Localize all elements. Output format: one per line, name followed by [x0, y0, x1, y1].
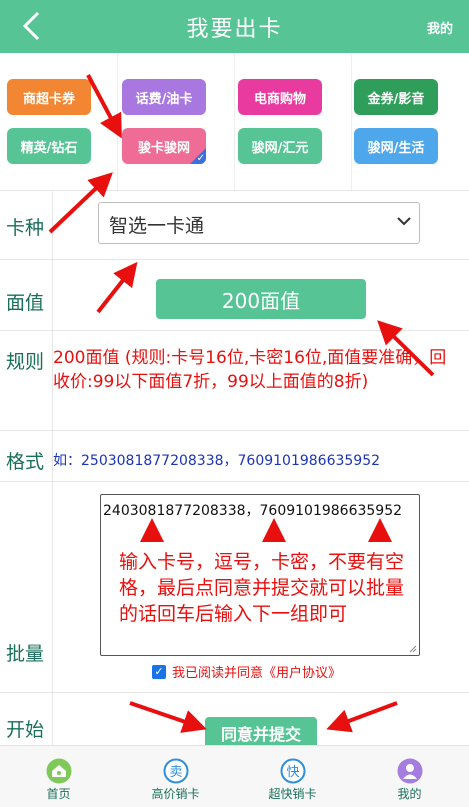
grid-divider: [234, 53, 235, 190]
tab-label: 我的: [397, 787, 422, 801]
format-example: 如：2503081877208338，7609101986635952: [53, 453, 381, 469]
card-type-select[interactable]: 智选一卡通: [98, 202, 420, 244]
tab-home[interactable]: 首页: [0, 746, 117, 807]
face-value-button[interactable]: 200面值: [156, 279, 366, 319]
fast-sell-icon: 快: [280, 758, 306, 784]
tab-label: 首页: [46, 787, 71, 801]
category-jinquan[interactable]: 金券/影音: [354, 79, 438, 115]
sell-high-icon: 卖: [163, 758, 189, 784]
page-title: 我要出卡: [186, 17, 283, 42]
agreement: ✓ 我已阅读并同意《用户协议》: [152, 662, 341, 681]
start-label: 开始: [6, 719, 45, 741]
home-icon: [46, 758, 72, 784]
category-label: 骏网/生活: [367, 140, 425, 156]
card-type-label: 卡种: [6, 217, 45, 239]
card-type-value: 智选一卡通: [109, 215, 205, 237]
category-label: 骏网/汇元: [251, 140, 309, 156]
tab-mine[interactable]: 我的: [351, 746, 468, 807]
tab-label: 超快销卡: [268, 787, 317, 801]
category-label: 商超卡券: [22, 91, 75, 107]
category-label: 骏卡骏网: [137, 140, 190, 156]
category-label: 精英/钻石: [20, 140, 78, 156]
top-bar: 我要出卡 我的: [0, 0, 469, 53]
tab-fast-sell[interactable]: 快 超快销卡: [234, 746, 351, 807]
rules-text: 200面值 (规则:卡号16位,卡密16位,面值要准确，回收价:99以下面值7折…: [53, 348, 447, 392]
tab-label: 高价销卡: [151, 787, 200, 801]
category-label: 金券/影音: [367, 91, 425, 107]
category-jingying[interactable]: 精英/钻石: [7, 128, 91, 164]
batch-label: 批量: [6, 643, 45, 665]
category-huafei[interactable]: 话费/油卡: [122, 79, 206, 115]
user-icon: [397, 758, 423, 784]
batch-input[interactable]: 2403081877208338，7609101986635952 输入卡号，逗…: [100, 494, 420, 656]
face-value-label: 面值: [6, 292, 45, 314]
agree-checkbox[interactable]: ✓: [152, 664, 166, 679]
category-junwang-huiyuan[interactable]: 骏网/汇元: [238, 128, 322, 164]
category-label: 电商购物: [253, 91, 306, 107]
rules-label: 规则: [6, 351, 45, 373]
category-junka-selected[interactable]: 骏卡骏网 ✓: [122, 128, 206, 164]
resize-grip-icon[interactable]: [409, 645, 417, 653]
batch-input-value: 2403081877208338，7609101986635952: [103, 503, 403, 519]
svg-text:卖: 卖: [169, 765, 182, 780]
batch-instruction: 输入卡号，逗号，卡密，不要有空格，最后点同意并提交就可以批量的话回车后输入下一组…: [119, 551, 405, 625]
bottom-tab-bar: 首页 卖 高价销卡 快 超快销卡 我的: [0, 745, 469, 807]
grid-divider: [351, 53, 352, 190]
tab-sell-high[interactable]: 卖 高价销卡: [117, 746, 234, 807]
category-dianshang[interactable]: 电商购物: [238, 79, 322, 115]
category-label: 话费/油卡: [135, 91, 193, 107]
format-label: 格式: [6, 451, 45, 473]
agreement-text[interactable]: 我已阅读并同意《用户协议》: [172, 662, 341, 681]
my-link[interactable]: 我的: [427, 18, 453, 37]
svg-text:快: 快: [286, 765, 299, 780]
grid-divider: [117, 53, 118, 190]
category-junwang-shenghuo[interactable]: 骏网/生活: [354, 128, 438, 164]
selected-check-icon: ✓: [196, 153, 205, 164]
chevron-down-icon: [397, 217, 411, 226]
category-shangchao[interactable]: 商超卡券: [7, 79, 91, 115]
